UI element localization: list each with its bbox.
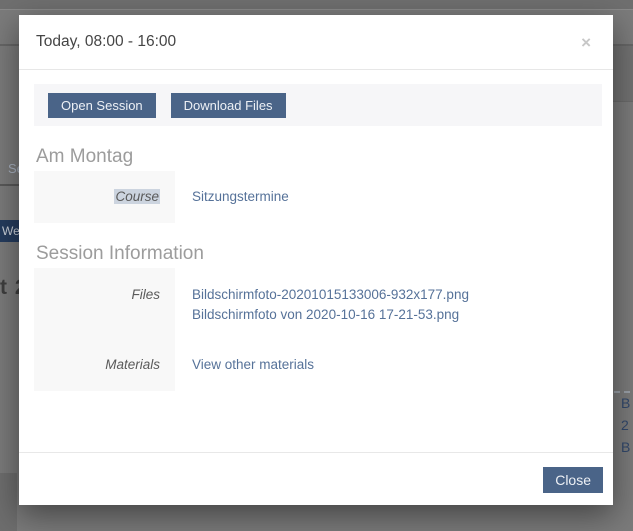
section-heading-session-information: Session Information — [36, 243, 613, 265]
background-week-button-partial: Wee — [0, 220, 20, 242]
table-row: Materials View other materials — [34, 355, 613, 375]
files-value: Bildschirmfoto-20201015133006-932x177.pn… — [175, 285, 469, 325]
close-icon[interactable]: × — [577, 32, 595, 53]
table-row: Course Sitzungstermine — [34, 187, 613, 207]
course-value: Sitzungstermine — [175, 187, 289, 207]
file-link[interactable]: Bildschirmfoto-20201015133006-932x177.pn… — [192, 285, 469, 305]
files-label: Files — [34, 285, 175, 325]
background-text-fragment: B — [621, 395, 633, 411]
course-label: Course — [34, 187, 175, 207]
session-info-table: Files Bildschirmfoto-20201015133006-932x… — [34, 268, 613, 391]
background-text-fragment: 2 — [621, 417, 633, 433]
course-info-table: Course Sitzungstermine — [34, 171, 613, 223]
dialog-toolbar: Open Session Download Files — [34, 84, 602, 126]
background-header-band — [0, 0, 633, 10]
session-details-dialog: Today, 08:00 - 16:00 × Open Session Down… — [19, 15, 613, 505]
dialog-footer: Close — [19, 452, 613, 505]
close-button[interactable]: Close — [543, 467, 603, 493]
dialog-title: Today, 08:00 - 16:00 — [36, 33, 577, 51]
view-other-materials-link[interactable]: View other materials — [192, 355, 314, 375]
dialog-header: Today, 08:00 - 16:00 × — [19, 15, 613, 70]
materials-value: View other materials — [175, 355, 314, 375]
download-files-button[interactable]: Download Files — [171, 93, 286, 118]
background-corner-shade — [0, 473, 17, 531]
materials-label: Materials — [34, 355, 175, 375]
table-row: Files Bildschirmfoto-20201015133006-932x… — [34, 285, 613, 325]
background-heading-partial: t 2 — [0, 276, 20, 300]
open-session-button[interactable]: Open Session — [48, 93, 156, 118]
background-text-fragment: B — [621, 439, 633, 455]
section-heading-am-montag: Am Montag — [36, 146, 613, 168]
background-tabbar-line — [0, 184, 19, 186]
course-link[interactable]: Sitzungstermine — [192, 187, 289, 207]
file-link[interactable]: Bildschirmfoto von 2020-10-16 17-21-53.p… — [192, 305, 469, 325]
background-panel-shade — [613, 46, 633, 102]
